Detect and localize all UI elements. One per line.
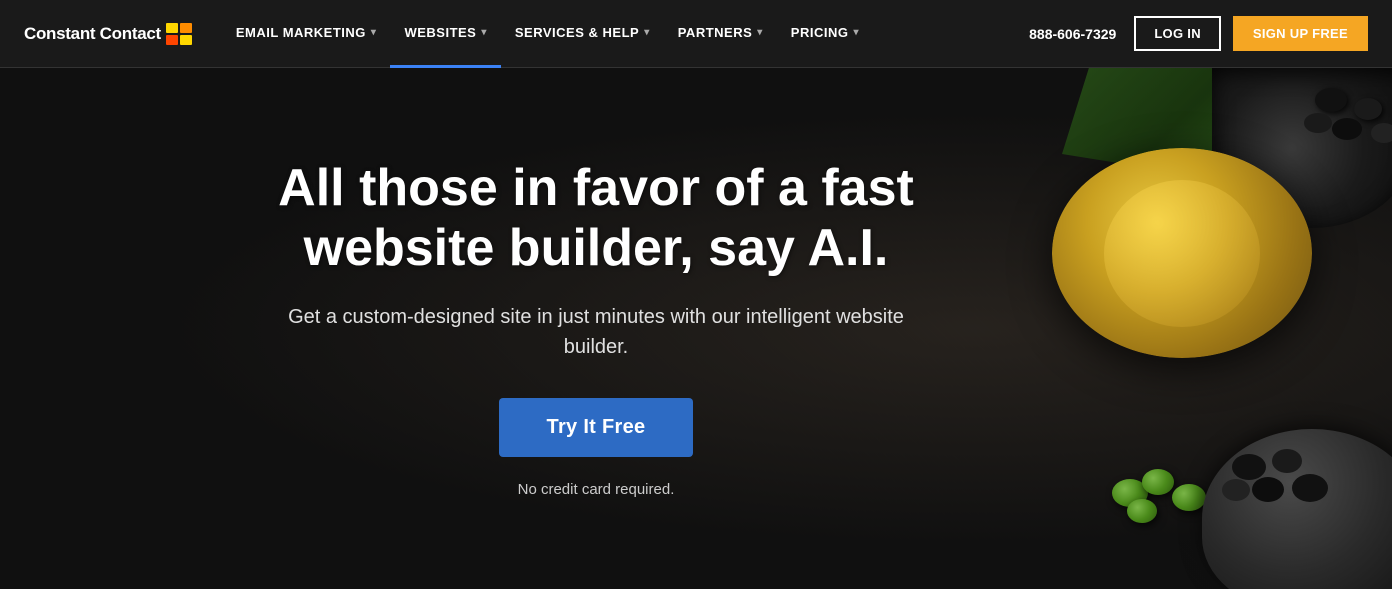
olive-oil-bowl xyxy=(1052,148,1312,358)
chevron-down-icon: ▾ xyxy=(371,27,377,38)
black-olives-bowl-bottom xyxy=(1202,429,1392,589)
hero-subheadline: Get a custom-designed site in just minut… xyxy=(256,302,936,362)
nav-item-services[interactable]: SERVICES & HELP ▾ xyxy=(501,0,664,68)
try-it-free-button[interactable]: Try It Free xyxy=(499,398,694,457)
cta-group: Try It Free No credit card required. xyxy=(256,398,936,498)
hero-content: All those in favor of a fast website bui… xyxy=(216,159,976,499)
nav-item-websites[interactable]: WEBSITES ▾ xyxy=(390,0,500,68)
chevron-down-icon: ▾ xyxy=(757,27,763,38)
logo-icon xyxy=(166,23,194,45)
logo[interactable]: Constant Contact xyxy=(24,23,194,45)
olive xyxy=(1304,113,1332,133)
nav-item-pricing[interactable]: PRICING ▾ xyxy=(777,0,873,68)
chevron-down-icon: ▾ xyxy=(644,27,650,38)
food-decoration xyxy=(972,68,1392,589)
login-button[interactable]: LOG IN xyxy=(1134,16,1221,51)
green-olive xyxy=(1142,469,1174,495)
olive xyxy=(1371,123,1392,143)
signup-button[interactable]: SIGN UP FREE xyxy=(1233,16,1368,51)
green-olive xyxy=(1127,499,1157,523)
no-credit-card-text: No credit card required. xyxy=(256,481,936,498)
green-olive xyxy=(1172,484,1206,511)
olive xyxy=(1315,88,1347,112)
nav-item-partners[interactable]: PARTNERS ▾ xyxy=(664,0,777,68)
olive xyxy=(1292,474,1328,502)
phone-number: 888-606-7329 xyxy=(1029,26,1116,42)
olive xyxy=(1232,454,1266,480)
hero-section: All those in favor of a fast website bui… xyxy=(0,68,1392,589)
olive xyxy=(1252,477,1284,502)
hero-headline: All those in favor of a fast website bui… xyxy=(256,159,936,279)
nav-links: EMAIL MARKETING ▾ WEBSITES ▾ SERVICES & … xyxy=(222,0,1029,68)
logo-text: Constant Contact xyxy=(24,24,161,44)
chevron-down-icon: ▾ xyxy=(853,27,859,38)
nav-right: 888-606-7329 LOG IN SIGN UP FREE xyxy=(1029,16,1368,51)
olive xyxy=(1272,449,1302,473)
olive xyxy=(1332,118,1362,140)
olive xyxy=(1222,479,1250,501)
chevron-down-icon: ▾ xyxy=(481,27,487,38)
navigation: Constant Contact EMAIL MARKETING ▾ WEBSI… xyxy=(0,0,1392,68)
olive xyxy=(1354,98,1382,120)
nav-item-email-marketing[interactable]: EMAIL MARKETING ▾ xyxy=(222,0,391,68)
